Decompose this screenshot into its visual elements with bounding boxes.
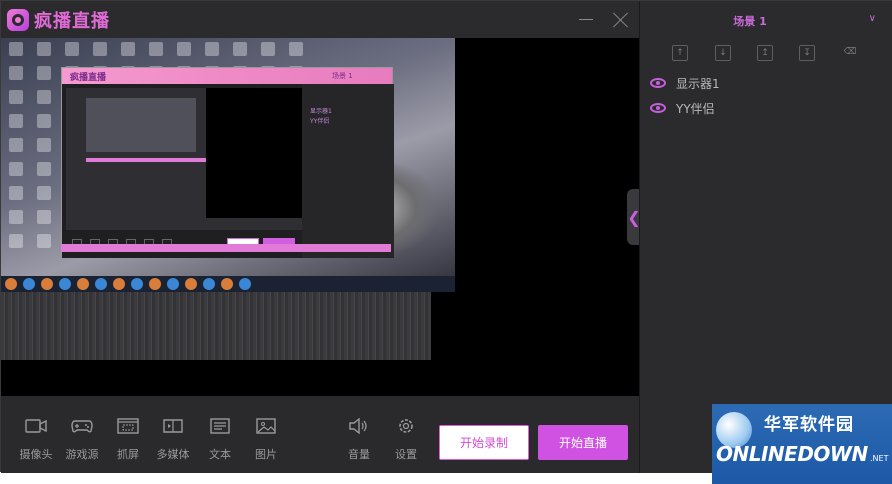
move-bottom-icon[interactable]: ↧ [799,45,815,61]
nested-scene-title: 场景 1 [332,72,353,80]
app-logo: 疯播直播 [7,7,110,33]
chevron-down-icon: ∨ [868,13,876,24]
nested-app-title: 疯播直播 [70,73,107,83]
source-item-yy[interactable]: YY伴侣 [650,98,715,118]
title-bar: 疯播直播 [1,1,639,38]
media-icon [163,419,183,433]
eye-icon[interactable] [650,103,666,113]
captured-desktop: 疯播直播 场景 1 显示器1 YY伴侣 [1,38,455,292]
image-icon [256,418,276,434]
nested-preview [66,88,302,230]
nested-progress-strip [86,158,206,162]
text-button[interactable]: 文本 [200,418,240,462]
app-window: 疯播直播 疯播直播 场景 1 显示器1 YY伴侣 ❮ 摄像头 游戏源 抓屏 多媒… [0,0,892,473]
minimize-icon[interactable] [579,19,593,20]
trash-icon[interactable]: ⌫ [842,45,858,61]
camera-button[interactable]: 摄像头 [16,418,56,462]
watermark-en: ONLINEDOWN [716,442,868,466]
scene-title: 场景 1 [733,15,767,28]
nested-body: 显示器1 YY伴侣 [62,84,394,258]
game-source-label: 游戏源 [65,448,99,461]
nested-bottom-strip [61,244,391,252]
nested-mini-preview [86,98,196,152]
volume-icon [349,418,367,434]
start-live-button[interactable]: 开始直播 [538,425,628,460]
logo-icon [7,9,29,31]
settings-button[interactable]: 设置 [386,418,426,462]
close-icon[interactable] [612,11,630,29]
watermark-cn: 华军软件园 [764,415,854,435]
eye-icon[interactable] [650,78,666,88]
move-up-icon[interactable]: ↑ [672,45,688,61]
camera-icon [25,419,47,433]
nested-title-bar: 疯播直播 场景 1 [62,68,392,84]
source-label: 显示器1 [676,76,720,91]
nested-source-1: 显示器1 [310,108,332,115]
move-top-icon[interactable]: ↥ [757,45,773,61]
media-label: 多媒体 [156,448,190,461]
watermark-logo: 华军软件园 ONLINEDOWN .NET [712,404,892,484]
nested-source-panel: 显示器1 YY伴侣 [302,84,394,258]
text-icon [210,418,230,434]
captured-waveform [1,292,431,360]
preview-canvas[interactable]: 疯播直播 场景 1 显示器1 YY伴侣 [1,38,639,396]
app-title: 疯播直播 [34,11,110,32]
media-button[interactable]: 多媒体 [153,418,193,462]
image-button[interactable]: 图片 [246,418,286,462]
screen-capture-button[interactable]: 抓屏 [108,418,148,462]
source-toolbar: ↑ ↓ ↥ ↧ ⌫ [640,45,892,67]
gamepad-icon [71,420,93,433]
screen-capture-label: 抓屏 [117,448,139,461]
nested-black-area [206,88,302,218]
watermark-net: .NET [870,454,889,463]
nested-source-2: YY伴侣 [310,118,330,125]
start-recording-button[interactable]: 开始录制 [439,425,529,460]
source-item-display[interactable]: 显示器1 [650,73,720,93]
game-source-button[interactable]: 游戏源 [62,418,102,462]
settings-label: 设置 [395,448,417,461]
source-label: YY伴侣 [676,101,715,116]
text-label: 文本 [209,448,231,461]
screen-capture-icon [117,418,139,434]
nested-app-window: 疯播直播 场景 1 显示器1 YY伴侣 [61,67,394,258]
captured-taskbar [1,276,455,292]
camera-label: 摄像头 [19,448,53,461]
scene-panel: 场景 1 ∨ ↑ ↓ ↥ ↧ ⌫ 显示器1 YY伴侣 [639,1,892,473]
volume-label: 音量 [348,448,370,461]
volume-button[interactable]: 音量 [339,418,379,462]
settings-icon [399,419,413,433]
scene-selector[interactable]: 场景 1 ∨ [640,1,892,38]
bottom-toolbar: 摄像头 游戏源 抓屏 多媒体 文本 图片 音量 设置 开始录制 开始直播 [1,396,639,473]
move-down-icon[interactable]: ↓ [715,45,731,61]
image-label: 图片 [255,448,277,461]
